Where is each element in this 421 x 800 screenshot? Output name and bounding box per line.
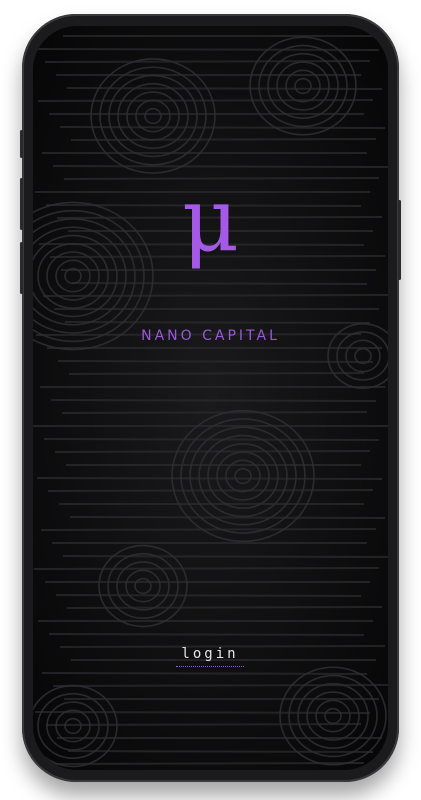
login-button[interactable]: login [176, 646, 244, 667]
grain-line [57, 360, 374, 363]
grain-line [67, 750, 374, 753]
grain-line [69, 516, 386, 519]
grain-line [54, 450, 371, 453]
grain-line [59, 126, 386, 129]
grain-line [55, 594, 362, 597]
grain-line [34, 711, 371, 714]
grain-line [48, 633, 365, 636]
power-button [398, 200, 401, 280]
grain-line [45, 723, 362, 726]
grain-line [41, 672, 368, 675]
grain-line [40, 528, 377, 531]
app-screen: μ NANO CAPITAL login [33, 26, 388, 770]
grain-line [42, 294, 388, 297]
grain-line [52, 165, 388, 168]
grain-line [50, 399, 377, 402]
grain-line [68, 372, 365, 375]
mu-logo: μ [181, 168, 240, 271]
grain-line [36, 477, 383, 480]
grain-line [43, 438, 380, 441]
grain-line [33, 567, 380, 570]
grain-line [52, 684, 388, 687]
grain-line [66, 87, 383, 90]
grain-line [33, 48, 380, 51]
grain-line [44, 60, 371, 63]
grain-line [66, 606, 383, 609]
volume-up-button [20, 178, 23, 230]
volume-down-button [20, 242, 23, 294]
grain-line [47, 489, 374, 492]
grain-line [61, 411, 368, 414]
brand-name: NANO CAPITAL [141, 328, 280, 344]
side-button [20, 130, 23, 158]
